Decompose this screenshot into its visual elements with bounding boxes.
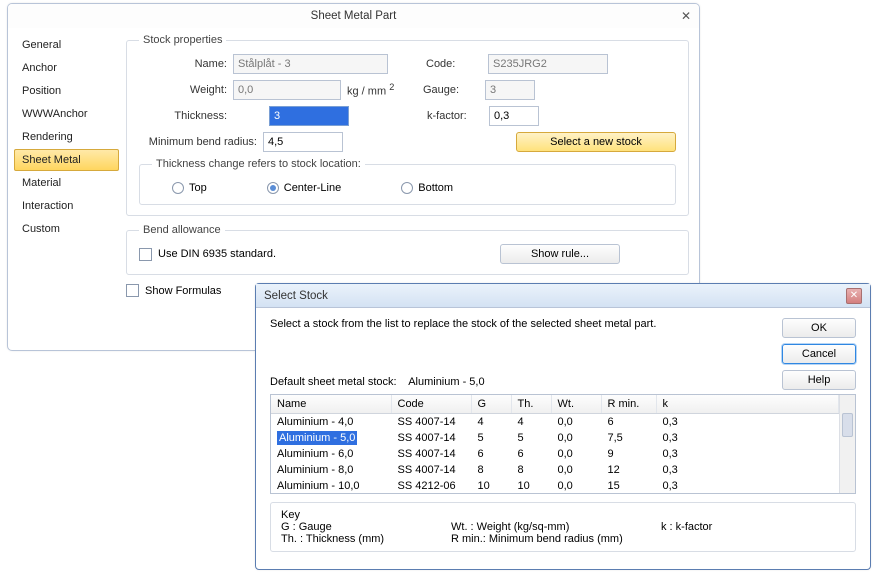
- col-wt[interactable]: Wt.: [551, 395, 601, 414]
- thickness-change-legend: Thickness change refers to stock locatio…: [152, 158, 365, 170]
- tab-wwwanchor[interactable]: WWWAnchor: [14, 103, 119, 125]
- dialog-titlebar[interactable]: Select Stock ✕: [256, 284, 870, 308]
- radio-center-line[interactable]: Center-Line: [267, 182, 341, 194]
- weight-field: [233, 80, 341, 100]
- kfactor-field[interactable]: [489, 106, 539, 126]
- tab-sheet-metal[interactable]: Sheet Metal: [14, 149, 119, 171]
- key-rmin: R min.: Minimum bend radius (mm): [451, 533, 623, 545]
- show-rule-button[interactable]: Show rule...: [500, 244, 620, 264]
- name-field: [233, 54, 388, 74]
- select-stock-dialog: Select Stock ✕ Select a stock from the l…: [255, 283, 871, 570]
- scrollbar-thumb[interactable]: [842, 413, 853, 437]
- key-box: Key G : Gauge Wt. : Weight (kg/sq-mm) k …: [270, 502, 856, 552]
- col-k[interactable]: k: [656, 395, 839, 414]
- bend-allowance-legend: Bend allowance: [139, 224, 225, 236]
- window-title: Sheet Metal Part: [311, 10, 397, 22]
- titlebar: Sheet Metal Part ✕: [8, 4, 699, 28]
- thickness-label: Thickness:: [139, 110, 227, 122]
- name-label: Name:: [139, 58, 227, 70]
- help-button[interactable]: Help: [782, 370, 856, 390]
- key-legend: Key: [281, 509, 845, 521]
- tab-anchor[interactable]: Anchor: [14, 57, 119, 79]
- tab-rendering[interactable]: Rendering: [14, 126, 119, 148]
- code-field: [488, 54, 608, 74]
- minbend-label: Minimum bend radius:: [139, 136, 257, 148]
- thickness-field[interactable]: [269, 106, 349, 126]
- table-row[interactable]: Aluminium - 10,0SS 4212-0610100,0150,3: [271, 478, 839, 494]
- thickness-change-group: Thickness change refers to stock locatio…: [139, 158, 676, 205]
- checkbox-icon: [139, 248, 152, 261]
- col-g[interactable]: G: [471, 395, 511, 414]
- weight-units: kg / mm 2: [347, 82, 417, 98]
- key-g: G : Gauge: [281, 521, 411, 533]
- cancel-button[interactable]: Cancel: [782, 344, 856, 364]
- gauge-label: Gauge:: [423, 84, 479, 96]
- select-new-stock-button[interactable]: Select a new stock: [516, 132, 676, 152]
- code-label: Code:: [426, 58, 482, 70]
- dialog-instruction: Select a stock from the list to replace …: [270, 318, 730, 330]
- bend-allowance-group: Bend allowance Use DIN 6935 standard. Sh…: [126, 224, 689, 275]
- key-th: Th. : Thickness (mm): [281, 533, 411, 545]
- gauge-field: [485, 80, 535, 100]
- key-wt: Wt. : Weight (kg/sq-mm): [451, 521, 621, 533]
- tab-position[interactable]: Position: [14, 80, 119, 102]
- tab-general[interactable]: General: [14, 34, 119, 56]
- close-icon[interactable]: ✕: [846, 288, 862, 304]
- ok-button[interactable]: OK: [782, 318, 856, 338]
- stock-table-wrap: Name Code G Th. Wt. R min. k Aluminium -…: [270, 394, 856, 494]
- tab-material[interactable]: Material: [14, 172, 119, 194]
- weight-label: Weight:: [139, 84, 227, 96]
- key-k: k : k-factor: [661, 521, 712, 533]
- col-rmin[interactable]: R min.: [601, 395, 656, 414]
- use-din-checkbox[interactable]: Use DIN 6935 standard.: [139, 247, 276, 262]
- col-name[interactable]: Name: [271, 395, 391, 414]
- dialog-body: Select a stock from the list to replace …: [256, 308, 870, 569]
- col-th[interactable]: Th.: [511, 395, 551, 414]
- tab-custom[interactable]: Custom: [14, 218, 119, 240]
- dialog-title: Select Stock: [264, 290, 328, 302]
- default-stock-label: Default sheet metal stock:: [270, 376, 397, 388]
- category-tabs: GeneralAnchorPositionWWWAnchorRenderingS…: [8, 28, 122, 350]
- radio-top[interactable]: Top: [172, 182, 207, 194]
- table-row[interactable]: Aluminium - 6,0SS 4007-14660,090,3: [271, 446, 839, 462]
- close-icon[interactable]: ✕: [681, 4, 691, 28]
- table-row[interactable]: Aluminium - 4,0SS 4007-14440,060,3: [271, 414, 839, 431]
- stock-properties-group: Stock properties Name: Code: Weight: kg …: [126, 34, 689, 216]
- minbend-field[interactable]: [263, 132, 343, 152]
- stock-table: Name Code G Th. Wt. R min. k Aluminium -…: [271, 395, 839, 494]
- vertical-scrollbar[interactable]: [839, 395, 855, 493]
- default-stock-value: Aluminium - 5,0: [408, 376, 484, 388]
- table-row[interactable]: Aluminium - 5,0SS 4007-14550,07,50,3: [271, 430, 839, 446]
- radio-bottom[interactable]: Bottom: [401, 182, 453, 194]
- table-row[interactable]: Aluminium - 8,0SS 4007-14880,0120,3: [271, 462, 839, 478]
- kfactor-label: k-factor:: [427, 110, 483, 122]
- stock-properties-legend: Stock properties: [139, 34, 226, 46]
- col-code[interactable]: Code: [391, 395, 471, 414]
- tab-interaction[interactable]: Interaction: [14, 195, 119, 217]
- checkbox-icon: [126, 284, 139, 297]
